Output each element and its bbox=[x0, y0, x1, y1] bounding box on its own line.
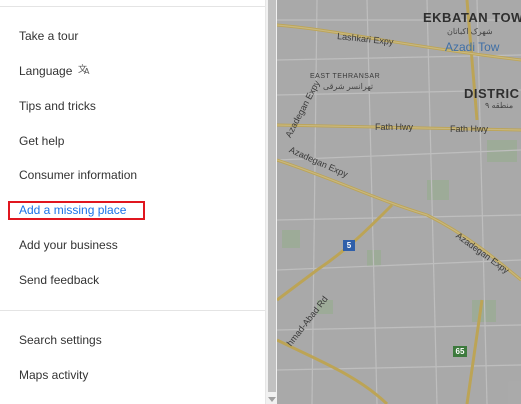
map-label-fath-1: Fath Hwy bbox=[375, 122, 414, 132]
menu-item-language[interactable]: Language 文A bbox=[19, 61, 91, 81]
map-label-east-tehransar: EAST TEHRANSAR bbox=[310, 73, 381, 80]
svg-text:A: A bbox=[84, 67, 90, 75]
menu-item-consumer-info[interactable]: Consumer information bbox=[19, 165, 137, 185]
scrollbar-thumb[interactable] bbox=[268, 0, 276, 392]
map-label-east-tehransar-fa: تهرانسر شرقی bbox=[323, 82, 374, 91]
scroll-down-arrow-icon[interactable] bbox=[268, 397, 276, 402]
map-label-ekbatan: EKBATAN TOW bbox=[423, 10, 521, 25]
map-roads bbox=[277, 0, 521, 404]
menu-item-add-business[interactable]: Add your business bbox=[19, 235, 118, 255]
map-label-district: DISTRIC bbox=[464, 86, 520, 101]
map-label-district-fa: منطقه ۹ bbox=[485, 101, 514, 110]
route-65-shield: 65 bbox=[453, 346, 467, 357]
highlight-box bbox=[8, 201, 145, 220]
menu-item-take-tour[interactable]: Take a tour bbox=[19, 26, 78, 46]
menu-item-language-label: Language bbox=[19, 64, 73, 78]
menu-item-get-help[interactable]: Get help bbox=[19, 131, 64, 151]
menu-item-maps-activity[interactable]: Maps activity bbox=[19, 365, 88, 385]
panel-scrollbar[interactable] bbox=[265, 0, 277, 404]
map-label-fath-2: Fath Hwy bbox=[450, 124, 489, 134]
menu-item-search-settings[interactable]: Search settings bbox=[19, 330, 102, 350]
menu-item-send-feedback[interactable]: Send feedback bbox=[19, 270, 99, 290]
translate-icon: 文A bbox=[78, 62, 91, 82]
map-label-ekbatan-fa: شهرک اکباتان bbox=[447, 27, 493, 36]
side-menu-panel: Take a tour Language 文A Tips and tricks … bbox=[0, 0, 265, 404]
menu-item-tips[interactable]: Tips and tricks bbox=[19, 96, 96, 116]
map-view[interactable]: EKBATAN TOW شهرک اکباتان Azadi Tow Lashk… bbox=[277, 0, 521, 404]
route-5-shield: 5 bbox=[343, 240, 355, 251]
top-divider bbox=[0, 6, 265, 7]
middle-divider bbox=[0, 310, 265, 311]
map-label-azadi: Azadi Tow bbox=[445, 40, 500, 54]
